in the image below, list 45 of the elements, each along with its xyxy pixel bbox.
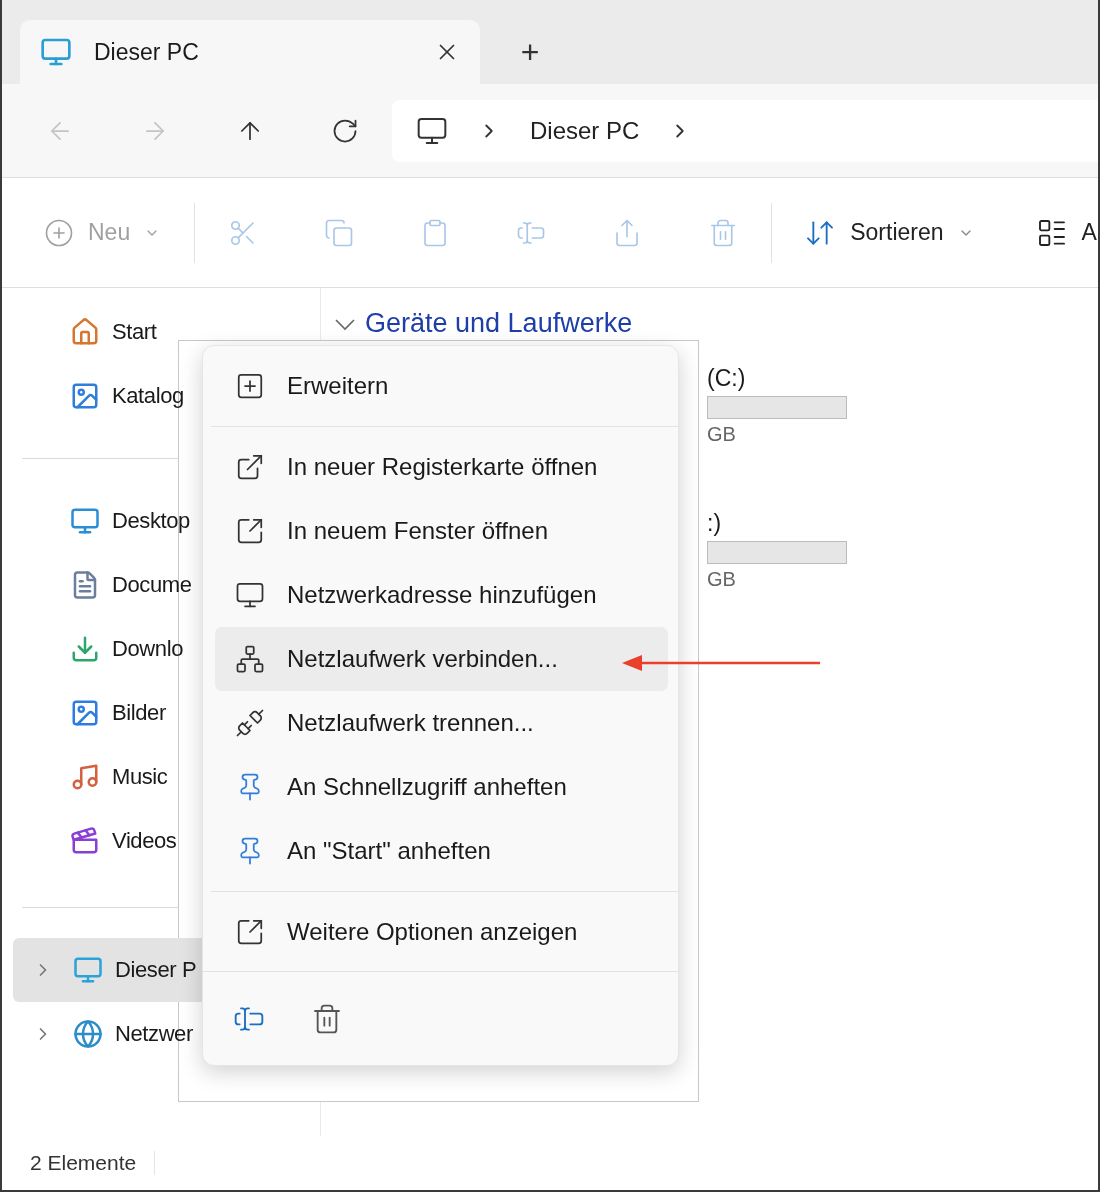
- drive-size: GB: [707, 423, 737, 446]
- plus-icon: [44, 217, 74, 248]
- drive-size: GB: [707, 568, 737, 591]
- new-tab-button[interactable]: +: [510, 20, 550, 84]
- tree-item[interactable]: Netzwer: [13, 1002, 320, 1066]
- pictures-icon: [70, 698, 100, 728]
- menu-item[interactable]: In neuem Fenster öffnen: [215, 499, 668, 563]
- pc-icon: [73, 955, 103, 985]
- sidebar-label: Katalog: [112, 383, 184, 409]
- gallery-icon: [70, 381, 100, 411]
- sidebar-label: Start: [112, 319, 157, 345]
- downloads-icon: [70, 634, 100, 664]
- sort-button[interactable]: Sortieren: [804, 216, 974, 249]
- sidebar-label: Bilder: [112, 700, 166, 726]
- menu-item[interactable]: Netzwerkadresse hinzufügen: [215, 563, 668, 627]
- sidebar-label: Downlo: [112, 636, 183, 662]
- sidebar-label: Videos: [112, 828, 177, 854]
- expand-icon: [235, 371, 265, 401]
- monitor-icon: [40, 36, 72, 68]
- sidebar-label: Dieser P: [115, 957, 197, 983]
- item-count: 2 Elemente: [30, 1151, 156, 1175]
- music-icon: [70, 762, 100, 792]
- menu-item[interactable]: Netzlaufwerk verbinden...: [215, 627, 668, 691]
- drive-label: :): [707, 510, 723, 537]
- videos-icon: [70, 826, 100, 856]
- sidebar-label: Music: [112, 764, 168, 790]
- delete-icon: [311, 1002, 343, 1035]
- menu-item[interactable]: An Schnellzugriff anheften: [215, 755, 668, 819]
- copy-icon: [324, 217, 355, 248]
- sidebar-label: Netzwer: [115, 1021, 193, 1047]
- menu-item[interactable]: In neuer Registerkarte öffnen: [215, 435, 668, 499]
- address-bar[interactable]: Dieser PC: [392, 99, 1098, 162]
- drive-label: (C:): [707, 365, 747, 392]
- breadcrumb[interactable]: Dieser PC: [530, 116, 640, 145]
- menu-item[interactable]: Netzlaufwerk trennen...: [215, 691, 668, 755]
- sidebar-label: Desktop: [112, 508, 190, 534]
- section-header[interactable]: Geräte und Laufwerke: [335, 308, 633, 339]
- sidebar-label: Docume: [112, 572, 192, 598]
- tab[interactable]: Dieser PC: [20, 20, 480, 84]
- network-icon: [73, 1019, 103, 1049]
- delete-button[interactable]: [311, 1002, 343, 1035]
- view-button[interactable]: A: [1035, 216, 1097, 249]
- home-icon: [70, 317, 100, 347]
- menu-item[interactable]: An "Start" anheften: [215, 819, 668, 883]
- desktop-icon: [70, 506, 100, 536]
